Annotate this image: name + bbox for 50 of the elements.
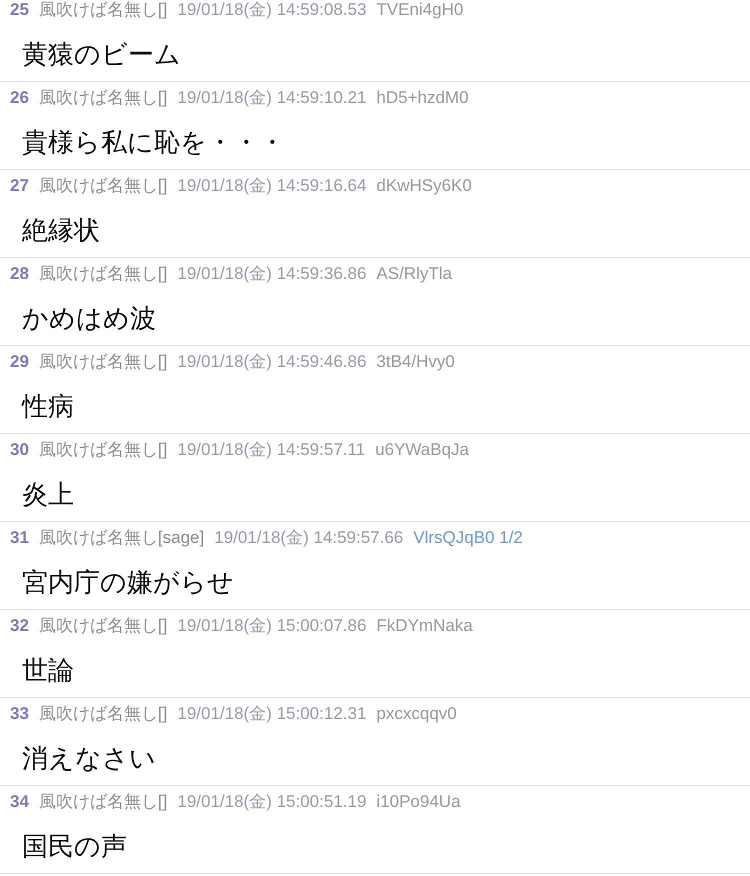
poster-name: 風吹けば名無し[] [38, 792, 168, 811]
post-date: 19/01/18(金) 14:59:46.86 [177, 352, 366, 371]
post-date: 19/01/18(金) 15:00:12.31 [177, 704, 366, 723]
poster-name: 風吹けば名無し[] [38, 264, 168, 283]
poster-id[interactable]: AS/RlyTla [376, 264, 452, 283]
post-number[interactable]: 28 [10, 264, 29, 283]
post-date: 19/01/18(金) 14:59:36.86 [177, 264, 366, 283]
poster-name: 風吹けば名無し[] [38, 88, 168, 107]
post-number[interactable]: 26 [10, 88, 29, 107]
poster-name: 風吹けば名無し[] [38, 616, 168, 635]
post-body: 国民の声 [22, 831, 127, 861]
post-date: 19/01/18(金) 15:00:07.86 [177, 616, 366, 635]
post-body: 宮内庁の嫌がらせ [22, 567, 234, 597]
post-date: 19/01/18(金) 15:00:51.19 [177, 792, 366, 811]
post-body: 世論 [22, 655, 74, 685]
post-body: 消えなさい [22, 743, 156, 773]
poster-id[interactable]: dKwHSy6K0 [376, 176, 472, 195]
poster-id[interactable]: u6YWaBqJa [375, 440, 470, 459]
poster-id[interactable]: VlrsQJqB0 1/2 [413, 528, 523, 547]
poster-name: 風吹けば名無し[] [38, 352, 168, 371]
post-number[interactable]: 25 [10, 0, 29, 19]
poster-id[interactable]: 3tB4/Hvy0 [376, 352, 455, 371]
post-date: 19/01/18(金) 14:59:10.21 [177, 88, 366, 107]
post-body: 性病 [22, 391, 74, 421]
poster-name: 風吹けば名無し[] [38, 176, 168, 195]
poster-id[interactable]: pxcxcqqv0 [376, 704, 457, 723]
poster-id[interactable]: i10Po94Ua [376, 792, 461, 811]
post-number[interactable]: 30 [10, 440, 29, 459]
post-body: かめはめ波 [22, 303, 156, 333]
post-body: 黄猿のビーム [22, 39, 181, 69]
post-number[interactable]: 27 [10, 176, 29, 195]
post-date: 19/01/18(金) 14:59:57.11 [177, 440, 366, 459]
poster-name: 風吹けば名無し[] [38, 0, 168, 19]
post-number[interactable]: 33 [10, 704, 29, 723]
poster-name: 風吹けば名無し[] [38, 440, 168, 459]
post-date: 19/01/18(金) 14:59:16.64 [177, 176, 366, 195]
post-number[interactable]: 34 [10, 792, 29, 811]
post-number[interactable]: 32 [10, 616, 29, 635]
post-number[interactable]: 31 [10, 528, 29, 547]
post-date: 19/01/18(金) 14:59:57.66 [214, 528, 404, 547]
poster-id[interactable]: FkDYmNaka [376, 616, 473, 635]
post-body: 貴様ら私に恥を・・・ [22, 127, 285, 157]
post-body: 絶縁状 [22, 215, 100, 245]
poster-id[interactable]: TVEni4gH0 [376, 0, 464, 19]
poster-id[interactable]: hD5+hzdM0 [376, 88, 469, 107]
poster-name: 風吹けば名無し[sage] [38, 528, 204, 547]
post-date: 19/01/18(金) 14:59:08.53 [177, 0, 366, 19]
post-number[interactable]: 29 [10, 352, 29, 371]
post-body: 炎上 [22, 479, 74, 509]
poster-name: 風吹けば名無し[] [38, 704, 168, 723]
